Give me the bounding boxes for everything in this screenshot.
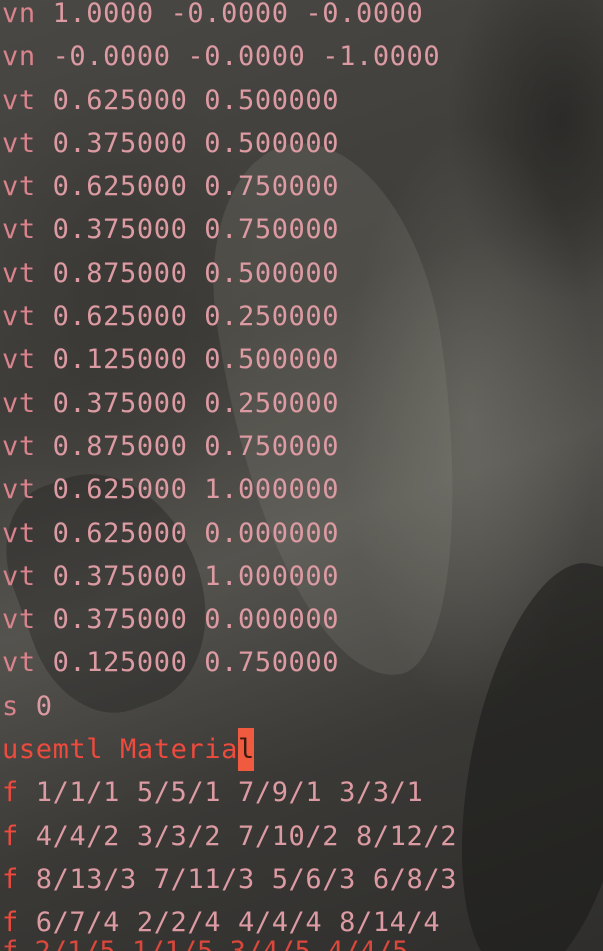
code-line: vt 0.375000 0.500000 — [0, 122, 457, 165]
code-line: vt 0.625000 1.000000 — [0, 468, 457, 511]
code-line: vn 1.0000 -0.0000 -0.0000 — [0, 0, 457, 35]
usemtl-line: usemtl Material — [0, 728, 457, 772]
line-values: 1/1/1 5/5/1 7/9/1 3/3/1 — [35, 777, 424, 809]
line-values: 6/7/4 2/2/4 4/4/4 8/14/4 — [35, 907, 441, 939]
line-keyword: vt — [2, 84, 36, 116]
line-values: 0.625000 0.250000 — [52, 301, 340, 333]
line-values: 0.625000 0.500000 — [52, 84, 340, 116]
line-values: 0.625000 0.750000 — [52, 171, 340, 203]
code-line: vt 0.375000 0.000000 — [0, 598, 457, 641]
line-keyword: vn — [2, 0, 36, 29]
code-line: vt 0.875000 0.750000 — [0, 425, 457, 468]
line-values: 0.875000 0.750000 — [52, 430, 340, 462]
line-keyword: vt — [2, 474, 36, 506]
line-values: 0.375000 0.750000 — [52, 214, 340, 246]
code-line: vt 0.375000 1.000000 — [0, 555, 457, 598]
code-line: s 0 — [0, 685, 457, 728]
code-line: vt 0.625000 0.500000 — [0, 79, 457, 122]
line-values: 0.375000 0.250000 — [52, 387, 340, 419]
line-keyword: vt — [2, 257, 36, 289]
code-line: vt 0.875000 0.500000 — [0, 252, 457, 295]
line-keyword: usemtl — [2, 734, 104, 766]
code-line: vt 0.125000 0.500000 — [0, 338, 457, 381]
line-keyword: vt — [2, 517, 36, 549]
line-values: 0.625000 1.000000 — [52, 474, 340, 506]
line-keyword: f — [2, 777, 19, 809]
line-keyword: vt — [2, 604, 36, 636]
terminal-window[interactable]: vn 1.0000 -0.0000 -0.0000 vn -0.0000 -0.… — [0, 0, 603, 951]
line-values: 1.0000 -0.0000 -0.0000 — [52, 0, 424, 29]
material-name: Materia — [120, 734, 238, 766]
code-line: vt 0.375000 0.250000 — [0, 382, 457, 425]
line-keyword: vt — [2, 301, 36, 333]
code-line: vt 0.625000 0.000000 — [0, 512, 457, 555]
editor-buffer[interactable]: vn 1.0000 -0.0000 -0.0000 vn -0.0000 -0.… — [0, 0, 457, 945]
code-line: vt 0.375000 0.750000 — [0, 208, 457, 251]
line-values: 4/4/2 3/3/2 7/10/2 8/12/2 — [35, 820, 458, 852]
line-keyword: vt — [2, 127, 36, 159]
line-values: 8/13/3 7/11/3 5/6/3 6/8/3 — [35, 863, 458, 895]
line-values: 0.625000 0.000000 — [52, 517, 340, 549]
line-keyword: vt — [2, 171, 36, 203]
line-keyword: f — [2, 907, 19, 939]
line-keyword: vn — [2, 41, 36, 73]
code-line: vn -0.0000 -0.0000 -1.0000 — [0, 35, 457, 78]
face-line: f 1/1/1 5/5/1 7/9/1 3/3/1 — [0, 771, 457, 814]
line-keyword: vt — [2, 560, 36, 592]
line-keyword: vt — [2, 344, 36, 376]
line-keyword: vt — [2, 214, 36, 246]
code-line: vt 0.625000 0.750000 — [0, 165, 457, 208]
line-keyword: s — [2, 690, 19, 722]
line-values: 0.375000 0.000000 — [52, 604, 340, 636]
line-values: 0.125000 0.500000 — [52, 344, 340, 376]
line-values: 0.375000 0.500000 — [52, 127, 340, 159]
line-values: 0.125000 0.750000 — [52, 647, 340, 679]
line-values: -0.0000 -0.0000 -1.0000 — [52, 41, 441, 73]
face-line: f 4/4/2 3/3/2 7/10/2 8/12/2 — [0, 815, 457, 858]
line-values: 0.375000 1.000000 — [52, 560, 340, 592]
line-keyword: vt — [2, 647, 36, 679]
line-values: 0.875000 0.500000 — [52, 257, 340, 289]
text-cursor: l — [238, 728, 254, 772]
face-line: f 8/13/3 7/11/3 5/6/3 6/8/3 — [0, 858, 457, 901]
partial-face-line: f 2/1/5 1/1/5 3/4/5 4/4/5 — [2, 938, 408, 951]
line-keyword: f — [2, 863, 19, 895]
line-values: 0 — [35, 690, 53, 722]
code-line: vt 0.625000 0.250000 — [0, 295, 457, 338]
line-keyword: vt — [2, 430, 36, 462]
code-line: vt 0.125000 0.750000 — [0, 641, 457, 684]
line-keyword: f — [2, 820, 19, 852]
line-keyword: vt — [2, 387, 36, 419]
